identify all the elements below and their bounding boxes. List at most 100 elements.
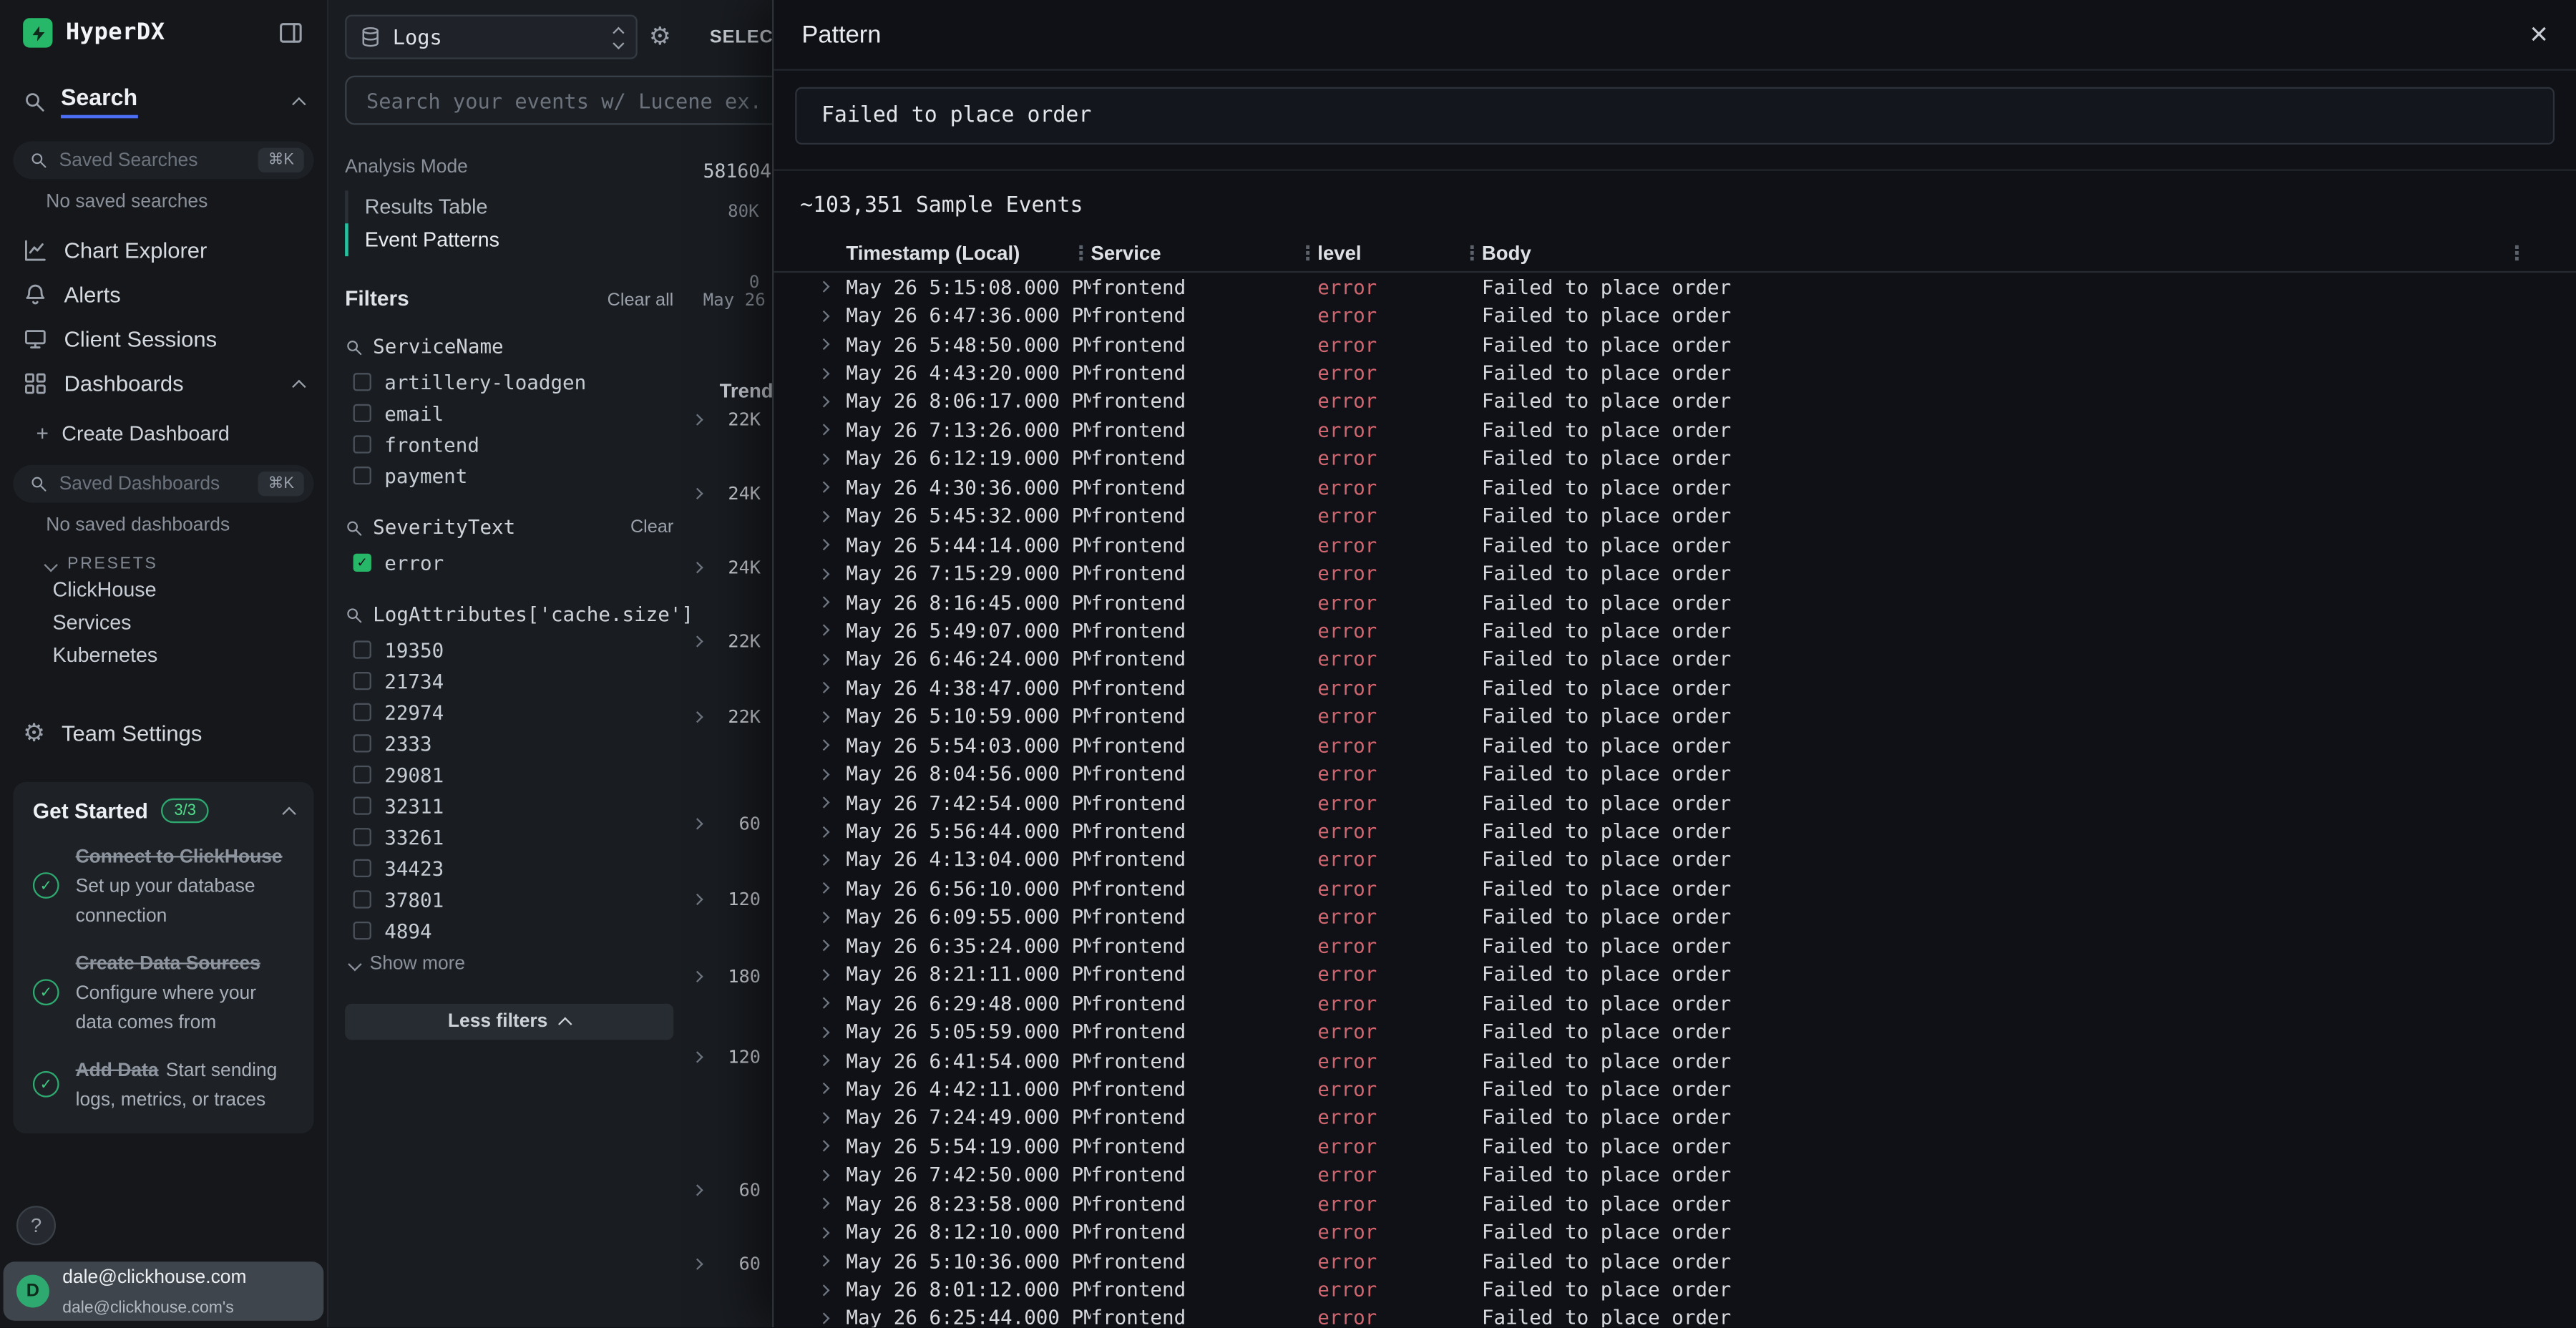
expand-row-icon[interactable] [820,1027,847,1035]
table-row[interactable]: May 26 5:48:50.000 PM frontend error Fai… [774,330,2576,358]
chevron-right-icon[interactable] [691,711,703,723]
column-resize-handle[interactable]: ⋮ [1071,243,1091,263]
chevron-right-icon[interactable] [691,1051,703,1063]
table-row[interactable]: May 26 5:45:32.000 PM frontend error Fai… [774,502,2576,530]
chevron-right-icon[interactable] [691,894,703,905]
checkbox[interactable] [353,828,371,846]
filter-option[interactable]: 22974 [345,696,673,728]
filter-option[interactable]: 2333 [345,728,673,759]
table-row[interactable]: May 26 7:42:50.000 PM frontend error Fai… [774,1161,2576,1189]
pattern-row[interactable]: 24K [693,557,761,578]
checkbox[interactable] [353,859,371,877]
expand-row-icon[interactable] [820,455,847,463]
pattern-row[interactable]: 22K [693,631,761,653]
pattern-row[interactable]: 60 [693,813,761,834]
presets-toggle[interactable]: PRESETS [46,555,327,573]
mode-results-table[interactable]: Results Table [345,190,673,223]
table-row[interactable]: May 26 5:44:14.000 PM frontend error Fai… [774,530,2576,559]
sidebar-item-chart-explorer[interactable]: Chart Explorer [0,228,327,273]
table-row[interactable]: May 26 8:01:12.000 PM frontend error Fai… [774,1275,2576,1304]
table-row[interactable]: May 26 7:15:29.000 PM frontend error Fai… [774,559,2576,587]
close-icon[interactable]: × [2529,19,2548,50]
expand-row-icon[interactable] [820,398,847,406]
expand-row-icon[interactable] [820,311,847,319]
table-row[interactable]: May 26 8:06:17.000 PM frontend error Fai… [774,387,2576,416]
checkbox[interactable] [353,766,371,783]
checkbox[interactable] [353,672,371,690]
checkbox[interactable] [353,467,371,484]
pattern-row[interactable]: 22K [693,706,761,728]
expand-row-icon[interactable] [820,655,847,663]
filter-option[interactable]: 33261 [345,821,673,853]
expand-row-icon[interactable] [820,741,847,749]
table-row[interactable]: May 26 4:43:20.000 PM frontend error Fai… [774,358,2576,387]
checkbox[interactable] [353,373,371,391]
table-row[interactable]: May 26 6:56:10.000 PM frontend error Fai… [774,874,2576,903]
filter-option[interactable]: 29081 [345,759,673,791]
pattern-row[interactable]: 24K [693,483,761,504]
expand-row-icon[interactable] [820,1257,847,1265]
clear-link[interactable]: Clear [630,517,673,537]
table-row[interactable]: May 26 6:47:36.000 PM frontend error Fai… [774,301,2576,330]
filter-option[interactable]: error [345,547,673,579]
chevron-up-icon[interactable] [292,97,306,110]
table-row[interactable]: May 26 8:21:11.000 PM frontend error Fai… [774,960,2576,989]
user-menu[interactable]: D dale@clickhouse.com dale@clickhouse.co… [4,1261,324,1321]
table-row[interactable]: May 26 5:49:07.000 PM frontend error Fai… [774,617,2576,645]
table-row[interactable]: May 26 6:29:48.000 PM frontend error Fai… [774,989,2576,1017]
table-row[interactable]: May 26 6:35:24.000 PM frontend error Fai… [774,932,2576,960]
expand-row-icon[interactable] [820,884,847,892]
expand-row-icon[interactable] [820,770,847,778]
sidebar-item-dashboards[interactable]: Dashboards [0,361,327,406]
expand-row-icon[interactable] [820,713,847,721]
expand-row-icon[interactable] [820,1171,847,1178]
expand-row-icon[interactable] [820,426,847,434]
expand-row-icon[interactable] [820,541,847,549]
column-resize-handle[interactable]: ⋮ [2507,243,2527,263]
checkbox[interactable] [353,554,371,572]
help-button[interactable]: ? [16,1206,56,1245]
table-row[interactable]: May 26 7:42:54.000 PM frontend error Fai… [774,788,2576,817]
expand-row-icon[interactable] [820,512,847,520]
chevron-right-icon[interactable] [691,971,703,982]
filter-option[interactable]: payment [345,460,673,492]
expand-row-icon[interactable] [820,1314,847,1322]
get-started-item[interactable]: ✓ Connect to ClickHouse Set up your data… [33,841,294,930]
expand-row-icon[interactable] [820,999,847,1007]
expand-row-icon[interactable] [820,1286,847,1294]
checkbox[interactable] [353,640,371,658]
table-row[interactable]: May 26 5:56:44.000 PM frontend error Fai… [774,817,2576,846]
chevron-right-icon[interactable] [691,488,703,499]
expand-row-icon[interactable] [820,684,847,692]
table-row[interactable]: May 26 8:23:58.000 PM frontend error Fai… [774,1189,2576,1218]
clear-all-link[interactable]: Clear all [608,290,674,311]
filter-option[interactable]: artillery-loadgen [345,366,673,398]
chevron-right-icon[interactable] [691,414,703,425]
table-row[interactable]: May 26 5:05:59.000 PM frontend error Fai… [774,1017,2576,1046]
table-row[interactable]: May 26 5:10:59.000 PM frontend error Fai… [774,703,2576,731]
create-dashboard-button[interactable]: + Create Dashboard [0,412,327,451]
checkbox[interactable] [353,734,371,752]
filter-option[interactable]: 37801 [345,884,673,915]
checkbox[interactable] [353,404,371,422]
filter-option[interactable]: 34423 [345,853,673,884]
sidebar-item-search[interactable]: Search [0,64,327,129]
get-started-item[interactable]: ✓ Create Data Sources Configure where yo… [33,948,294,1037]
chevron-up-icon[interactable] [292,379,306,393]
table-row[interactable]: May 26 4:13:04.000 PM frontend error Fai… [774,846,2576,874]
pattern-row[interactable]: 22K [693,409,761,431]
saved-searches-input[interactable]: Saved Searches ⌘K [13,141,313,179]
table-row[interactable]: May 26 4:30:36.000 PM frontend error Fai… [774,473,2576,502]
get-started-item[interactable]: ✓ Add Data Start sending logs, metrics, … [33,1055,294,1114]
expand-row-icon[interactable] [820,484,847,492]
expand-row-icon[interactable] [820,283,847,290]
expand-row-icon[interactable] [820,1229,847,1236]
pattern-row[interactable]: 120 [693,1046,761,1068]
column-resize-handle[interactable]: ⋮ [1462,243,1482,263]
expand-row-icon[interactable] [820,369,847,377]
expand-row-icon[interactable] [820,598,847,606]
expand-row-icon[interactable] [820,1056,847,1064]
chevron-right-icon[interactable] [691,1184,703,1196]
checkbox[interactable] [353,703,371,721]
table-row[interactable]: May 26 4:42:11.000 PM frontend error Fai… [774,1075,2576,1103]
